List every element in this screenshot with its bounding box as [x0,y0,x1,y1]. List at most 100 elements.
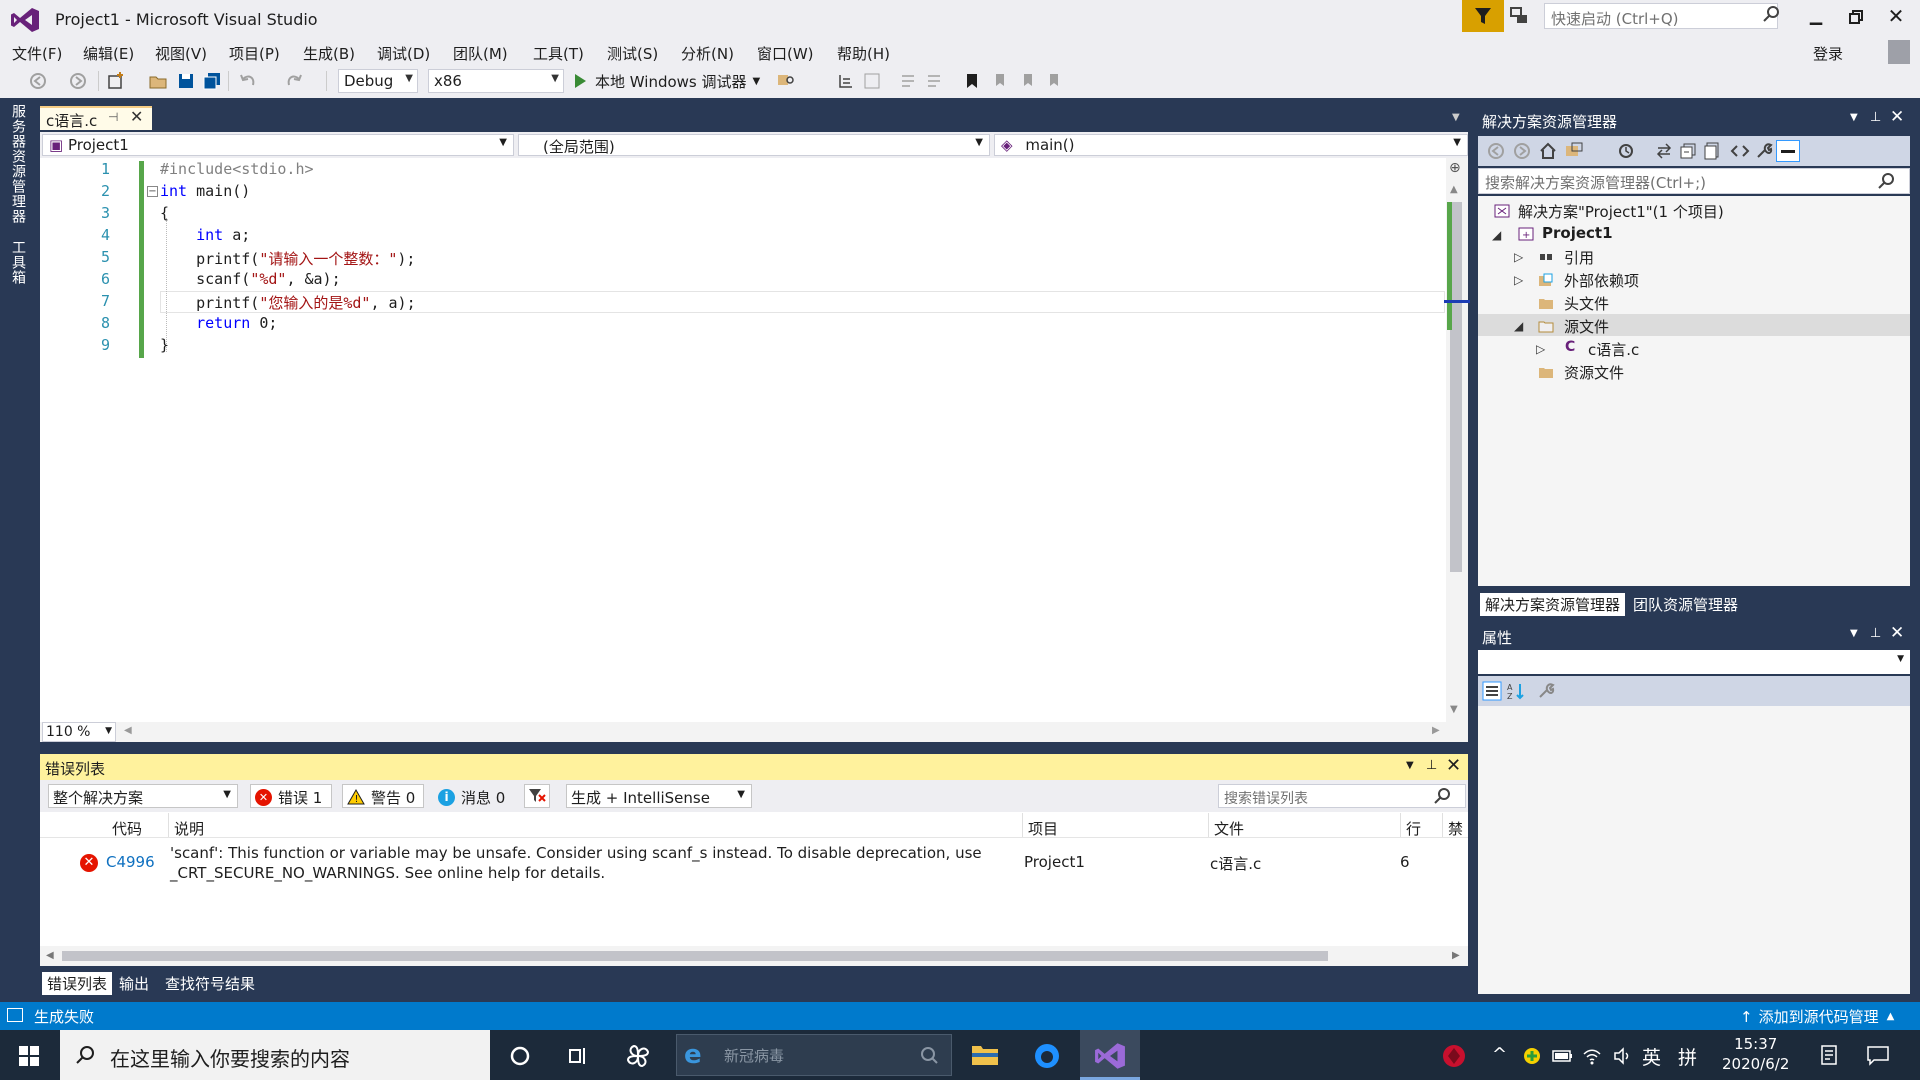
home-icon[interactable] [1538,141,1558,161]
clear-bookmarks-icon[interactable] [1044,71,1064,91]
collapsed-arrow-icon[interactable]: ▷ [1514,250,1523,264]
server-explorer-tab[interactable]: 服务器资源管理器 [8,104,28,224]
project-nav-select[interactable]: ▣ Project1 ▼ [42,134,514,156]
notes-icon[interactable] [1818,1044,1840,1066]
wifi-icon[interactable] [1582,1046,1602,1066]
menu-edit[interactable]: 编辑(E) [83,43,134,64]
tree-item-external-dependencies[interactable]: 外部依赖项 [1564,270,1639,292]
error-description[interactable]: 'scanf': This function or variable may b… [170,843,990,883]
collapsed-arrow-icon[interactable]: ▷ [1514,273,1523,287]
account-icon[interactable] [1888,40,1910,64]
scroll-right-icon[interactable]: ▶ [1452,950,1460,961]
next-bookmark-icon[interactable] [1018,71,1038,91]
minimize-button[interactable]: ▁ [1805,6,1827,28]
scroll-left-icon[interactable]: ◀ [46,950,54,961]
tab-error-list[interactable]: 错误列表 [42,972,113,995]
format-icon[interactable] [862,71,882,91]
menu-window[interactable]: 窗口(W) [757,43,814,64]
menu-test[interactable]: 测试(S) [607,43,658,64]
quick-launch-input[interactable]: 快速启动 (Ctrl+Q) [1544,3,1778,29]
categorized-icon[interactable] [1482,681,1502,701]
column-header-description[interactable]: 说明 [174,818,204,839]
browser-search-widget[interactable] [676,1034,952,1076]
window-position-icon[interactable]: ▼ [1850,112,1858,123]
pin-icon[interactable]: ⊥ [1870,110,1881,125]
tab-solution-explorer[interactable]: 解决方案资源管理器 [1480,593,1626,616]
menu-project[interactable]: 项目(P) [229,43,280,64]
tree-item-solution[interactable]: 解决方案"Project1"(1 个项目) [1518,201,1724,223]
collapsed-arrow-icon[interactable]: ▷ [1536,342,1545,356]
action-center-icon[interactable] [1866,1044,1890,1066]
save-all-icon[interactable] [202,71,222,91]
scroll-left-icon[interactable]: ◀ [124,725,132,736]
input-method-indicator[interactable]: 英 [1642,1043,1661,1070]
volume-icon[interactable] [1612,1046,1632,1066]
collapse-icon[interactable]: − [147,186,158,197]
column-header-file[interactable]: 文件 [1214,818,1244,839]
show-all-files-icon[interactable] [1702,141,1722,161]
menu-debug[interactable]: 调试(D) [377,43,430,64]
pinwheel-app-icon[interactable] [624,1042,652,1070]
preview-selected-icon[interactable] [1776,140,1800,162]
battery-icon[interactable] [1552,1048,1574,1064]
edge-browser-icon[interactable] [1032,1041,1062,1071]
tree-item-source-files[interactable]: 源文件 [1564,316,1609,338]
task-view-icon[interactable] [566,1044,590,1068]
collapse-all-icon[interactable] [1678,141,1698,161]
column-header-project[interactable]: 项目 [1028,818,1058,839]
comment-icon[interactable] [898,71,918,91]
prev-bookmark-icon[interactable] [990,71,1010,91]
error-scope-select[interactable]: 整个解决方案 ▼ [48,784,238,808]
alphabetical-icon[interactable]: AZ [1506,681,1526,701]
close-icon[interactable]: ✕ [1446,755,1461,776]
build-intellisense-select[interactable]: 生成 + IntelliSense ▼ [566,784,752,808]
menu-build[interactable]: 生成(B) [303,43,355,64]
show-hidden-icons-icon[interactable]: ^ [1492,1044,1507,1065]
chevron-down-icon[interactable]: ▼ [753,76,761,87]
tab-list-dropdown-icon[interactable]: ▼ [1452,112,1460,123]
menu-team[interactable]: 团队(M) [453,43,508,64]
undo-icon[interactable] [238,71,258,91]
toolbox-tab[interactable]: 工具箱 [8,240,28,285]
feedback-icon[interactable] [1508,5,1530,27]
start-debugging-button[interactable]: 本地 Windows 调试器 ▼ [573,69,760,93]
system-clock[interactable]: 15:37 2020/6/2 [1722,1034,1789,1074]
scrollbar-thumb[interactable] [62,951,1328,961]
file-explorer-icon[interactable] [970,1042,1000,1068]
window-position-icon[interactable]: ▼ [1406,760,1414,771]
close-tab-icon[interactable]: ✕ [130,107,144,126]
scroll-up-icon[interactable]: ▲ [1450,184,1458,195]
tree-item-resource-files[interactable]: 资源文件 [1564,362,1624,384]
warnings-filter-button[interactable]: ! 警告 0 [342,784,424,808]
back-icon[interactable] [28,71,48,91]
sync-icon[interactable] [1654,141,1674,161]
error-line[interactable]: 6 [1400,853,1410,871]
switch-views-icon[interactable] [1564,141,1584,161]
error-file[interactable]: c语言.c [1210,853,1261,874]
expanded-arrow-icon[interactable]: ◢ [1514,319,1523,333]
filter-toggle-button[interactable] [524,784,550,808]
tree-item-header-files[interactable]: 头文件 [1564,293,1609,315]
error-project[interactable]: Project1 [1024,853,1085,871]
properties-object-select[interactable]: ▼ [1478,650,1910,674]
tab-output[interactable]: 输出 [114,972,154,995]
cortana-icon[interactable] [508,1044,532,1068]
properties-wrench-icon[interactable] [1754,141,1774,161]
redo-icon[interactable] [284,71,304,91]
column-header-suppression[interactable]: 禁 [1448,818,1466,839]
tab-team-explorer[interactable]: 团队资源管理器 [1628,593,1743,616]
save-icon[interactable] [176,71,196,91]
forward-icon[interactable] [68,71,88,91]
tree-item-references[interactable]: 引用 [1564,247,1594,269]
pending-changes-icon[interactable] [1616,141,1636,161]
find-in-files-icon[interactable] [776,71,796,91]
step-into-icon[interactable] [836,71,856,91]
code-text[interactable]: #include<stdio.h> int main() { int a; pr… [160,160,416,358]
wechat-status-icon[interactable] [1522,1046,1542,1066]
scroll-right-icon[interactable]: ▶ [1432,725,1440,736]
error-list-search-input[interactable]: 搜索错误列表 [1218,784,1466,808]
scroll-down-icon[interactable]: ▼ [1450,704,1458,715]
add-to-source-control-button[interactable]: ↑ 添加到源代码管理 ▲ [1740,1006,1894,1027]
close-button[interactable]: ✕ [1885,4,1907,28]
back-icon[interactable] [1486,141,1506,161]
